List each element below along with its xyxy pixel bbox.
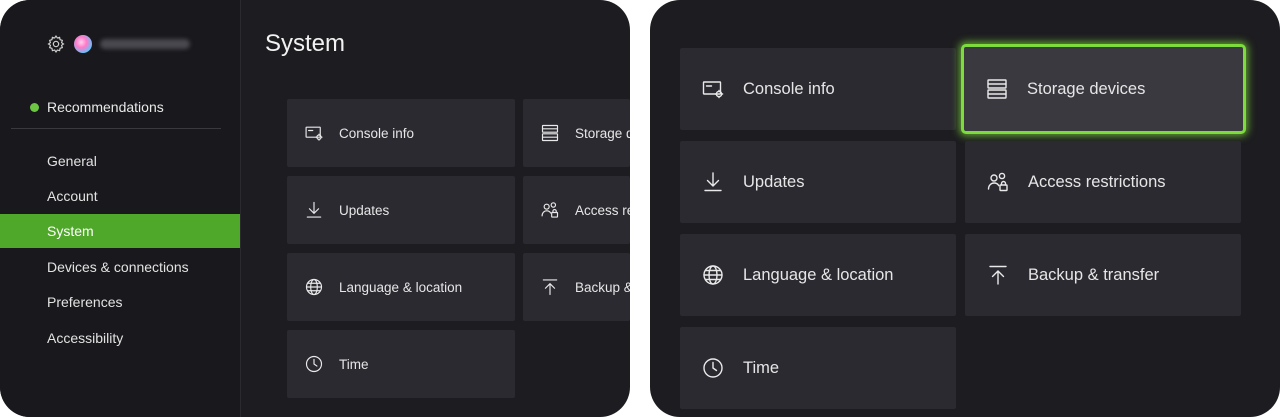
nav-item-system[interactable]: System (0, 214, 240, 248)
tile-label: Time (339, 356, 369, 372)
tile-access-restrictions[interactable]: Access re (523, 176, 630, 244)
nav-item-preferences[interactable]: Preferences (0, 285, 240, 319)
page-title: System (265, 30, 346, 57)
console-info-icon (700, 77, 726, 101)
tile-language-location[interactable]: Language & location (287, 253, 515, 321)
tile-label: Storage d (575, 125, 630, 141)
tile-label: Access re (575, 202, 630, 218)
tile-label: Access restrictions (1028, 172, 1166, 191)
nav-item-recommendations[interactable]: Recommendations (30, 99, 164, 115)
nav-item-general[interactable]: General (0, 144, 240, 178)
tile-storage-devices[interactable]: Storage d (523, 99, 630, 167)
download-icon (700, 170, 726, 194)
storage-icon (984, 77, 1010, 101)
tile-updates[interactable]: Updates (680, 141, 956, 223)
tile-time[interactable]: Time (287, 330, 515, 398)
recommendations-label: Recommendations (47, 99, 164, 115)
upload-icon (539, 277, 561, 297)
tile-updates[interactable]: Updates (287, 176, 515, 244)
tile-language-location[interactable]: Language & location (680, 234, 956, 316)
download-icon (303, 200, 325, 220)
tile-label: Time (743, 358, 780, 377)
clock-icon (700, 356, 726, 380)
tile-backup-transfer[interactable]: Backup & transfer (965, 234, 1241, 316)
tile-console-info[interactable]: Console info (287, 99, 515, 167)
nav-item-devices-connections[interactable]: Devices & connections (0, 250, 240, 284)
people-lock-icon (539, 200, 561, 220)
tile-label: Updates (339, 202, 390, 218)
divider (11, 128, 221, 129)
upload-icon (985, 263, 1011, 287)
globe-icon (303, 277, 325, 297)
gamertag-blurred (100, 39, 190, 49)
console-info-icon (303, 123, 325, 143)
settings-sidebar: Recommendations General Account System D… (0, 0, 241, 417)
storage-icon (539, 123, 561, 143)
settings-screen-right: Console info Storage devices Updates Acc… (650, 0, 1280, 417)
tile-label: Console info (339, 125, 415, 141)
tile-label: Console info (743, 79, 835, 98)
tile-console-info[interactable]: Console info (680, 48, 956, 130)
clock-icon (303, 354, 325, 374)
profile-row (46, 34, 190, 54)
tile-label: Storage devices (1027, 79, 1146, 98)
tile-backup-transfer[interactable]: Backup & (523, 253, 630, 321)
tile-access-restrictions[interactable]: Access restrictions (965, 141, 1241, 223)
people-lock-icon (985, 170, 1011, 194)
tile-label: Backup & transfer (1028, 265, 1160, 284)
settings-screen-left: Recommendations General Account System D… (0, 0, 630, 417)
globe-icon (700, 263, 726, 287)
status-dot (30, 102, 39, 112)
tile-label: Language & location (339, 279, 463, 295)
tile-label: Language & location (743, 265, 894, 284)
tile-label: Backup & (575, 279, 630, 295)
nav-item-account[interactable]: Account (0, 179, 240, 213)
tile-label: Updates (743, 172, 805, 191)
tile-time[interactable]: Time (680, 327, 956, 409)
gear-icon[interactable] (46, 34, 66, 54)
tile-storage-devices[interactable]: Storage devices (961, 44, 1246, 134)
avatar[interactable] (74, 35, 92, 53)
nav-item-accessibility[interactable]: Accessibility (0, 321, 240, 355)
